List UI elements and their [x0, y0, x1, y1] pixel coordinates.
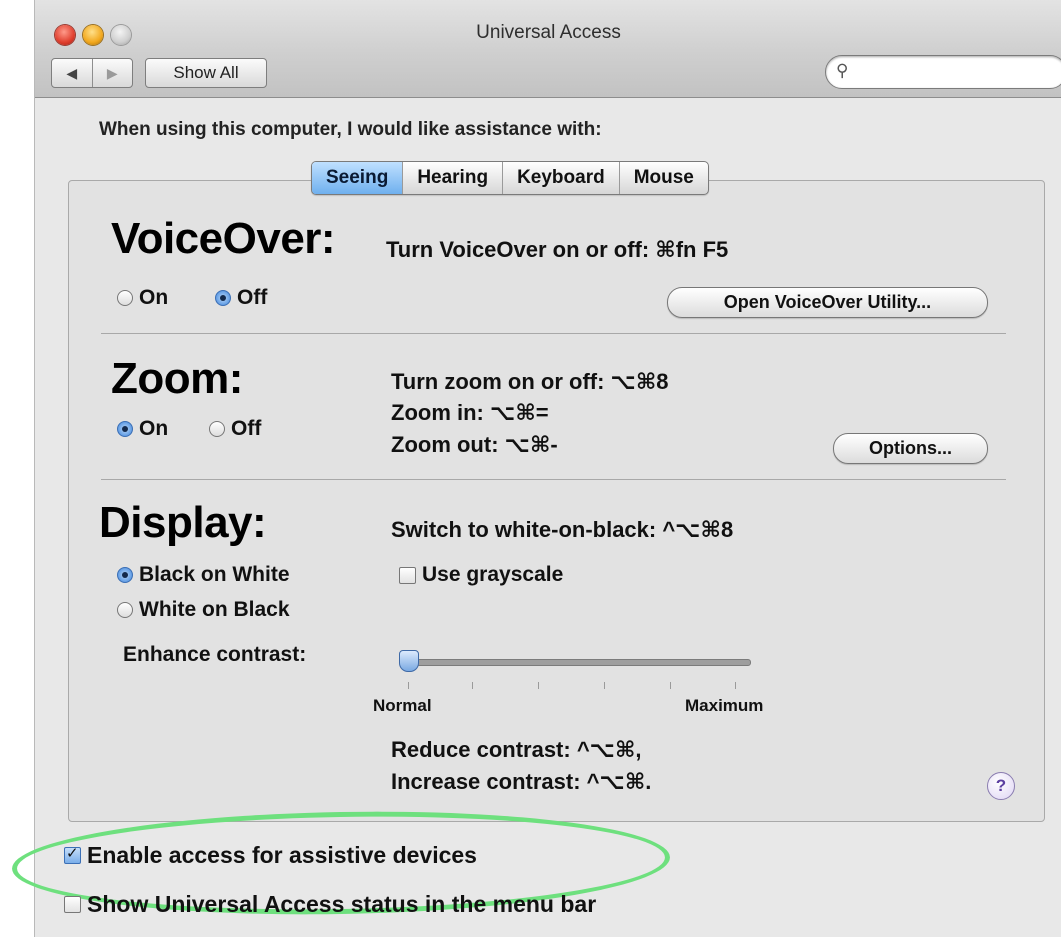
forward-arrow-icon: ▶	[106, 64, 118, 81]
use-grayscale-checkbox[interactable]: Use grayscale	[399, 563, 563, 587]
zoom-options-button[interactable]: Options...	[833, 433, 988, 464]
checkbox-checked-icon	[64, 844, 81, 864]
enable-assistive-devices-label: Enable access for assistive devices	[87, 842, 477, 868]
zoom-off-radio[interactable]: Off	[209, 417, 261, 441]
radio-selected-icon	[117, 421, 133, 437]
category-tabs: Seeing Hearing Keyboard Mouse	[311, 161, 709, 195]
contrast-slider-thumb[interactable]	[399, 650, 419, 672]
slider-min-label: Normal	[373, 696, 432, 715]
enhance-contrast-label: Enhance contrast:	[123, 643, 307, 666]
checkbox-icon	[399, 566, 416, 584]
zoom-in-shortcut: Zoom in: ⌥⌘=	[391, 400, 549, 425]
enable-assistive-devices-checkbox[interactable]: Enable access for assistive devices	[64, 842, 477, 869]
window-title: Universal Access	[476, 22, 621, 43]
back-arrow-icon: ◀	[66, 64, 78, 81]
slider-tick	[735, 682, 736, 689]
tab-keyboard[interactable]: Keyboard	[502, 162, 619, 194]
slider-tick	[538, 682, 539, 689]
slider-tick	[472, 682, 473, 689]
reduce-contrast-shortcut: Reduce contrast: ^⌥⌘,	[391, 737, 642, 762]
tab-seeing[interactable]: Seeing	[312, 162, 403, 194]
voiceover-on-label: On	[139, 286, 169, 309]
zoom-toggle-shortcut: Turn zoom on or off: ⌥⌘8	[391, 369, 669, 394]
show-status-menu-bar-checkbox[interactable]: Show Universal Access status in the menu…	[64, 891, 596, 918]
voiceover-off-radio[interactable]: Off	[215, 286, 267, 310]
preferences-window: Universal Access ◀ ▶ Show All ⚲ When usi…	[34, 0, 1061, 937]
section-divider	[101, 333, 1006, 334]
contrast-slider-track[interactable]	[407, 659, 751, 666]
show-status-menu-bar-label: Show Universal Access status in the menu…	[87, 891, 597, 917]
section-divider	[101, 479, 1006, 480]
zoom-off-label: Off	[231, 417, 262, 440]
slider-tick	[604, 682, 605, 689]
increase-contrast-shortcut: Increase contrast: ^⌥⌘.	[391, 769, 652, 794]
slider-max-label: Maximum	[685, 696, 764, 715]
slider-tick	[408, 682, 409, 689]
radio-icon	[209, 421, 225, 437]
assistance-prompt: When using this computer, I would like a…	[99, 119, 602, 140]
search-icon: ⚲	[836, 61, 849, 80]
voiceover-shortcut: Turn VoiceOver on or off: ⌘fn F5	[386, 237, 729, 262]
open-voiceover-utility-button[interactable]: Open VoiceOver Utility...	[667, 287, 988, 318]
zoom-out-shortcut: Zoom out: ⌥⌘-	[391, 432, 558, 457]
radio-selected-icon	[215, 290, 231, 306]
help-icon: ?	[995, 776, 1007, 795]
tab-hearing[interactable]: Hearing	[402, 162, 502, 194]
checkbox-icon	[64, 896, 81, 913]
navigation-segmented-control: ◀ ▶	[51, 58, 133, 88]
voiceover-off-label: Off	[237, 286, 268, 309]
black-on-white-label: Black on White	[139, 563, 290, 586]
use-grayscale-label: Use grayscale	[422, 563, 564, 586]
slider-tick	[670, 682, 671, 689]
white-on-black-shortcut: Switch to white-on-black: ^⌥⌘8	[391, 517, 734, 542]
radio-selected-icon	[117, 567, 133, 583]
white-on-black-radio[interactable]: White on Black	[117, 598, 290, 622]
white-on-black-label: White on Black	[139, 598, 290, 621]
show-all-button[interactable]: Show All	[145, 58, 267, 88]
back-button[interactable]: ◀	[52, 59, 92, 87]
voiceover-heading: VoiceOver:	[111, 214, 336, 263]
search-input[interactable]	[856, 61, 1050, 83]
search-field[interactable]: ⚲	[825, 55, 1061, 89]
tab-mouse[interactable]: Mouse	[618, 162, 708, 194]
radio-icon	[117, 290, 133, 306]
title-bar: Universal Access ◀ ▶ Show All ⚲	[35, 0, 1061, 98]
zoom-on-label: On	[139, 417, 169, 440]
help-button[interactable]: ?	[987, 772, 1015, 800]
forward-button[interactable]: ▶	[91, 59, 133, 87]
display-heading: Display:	[99, 498, 267, 547]
voiceover-on-radio[interactable]: On	[117, 286, 168, 310]
zoom-heading: Zoom:	[111, 354, 243, 403]
zoom-on-radio[interactable]: On	[117, 417, 168, 441]
black-on-white-radio[interactable]: Black on White	[117, 563, 290, 587]
radio-icon	[117, 602, 133, 618]
